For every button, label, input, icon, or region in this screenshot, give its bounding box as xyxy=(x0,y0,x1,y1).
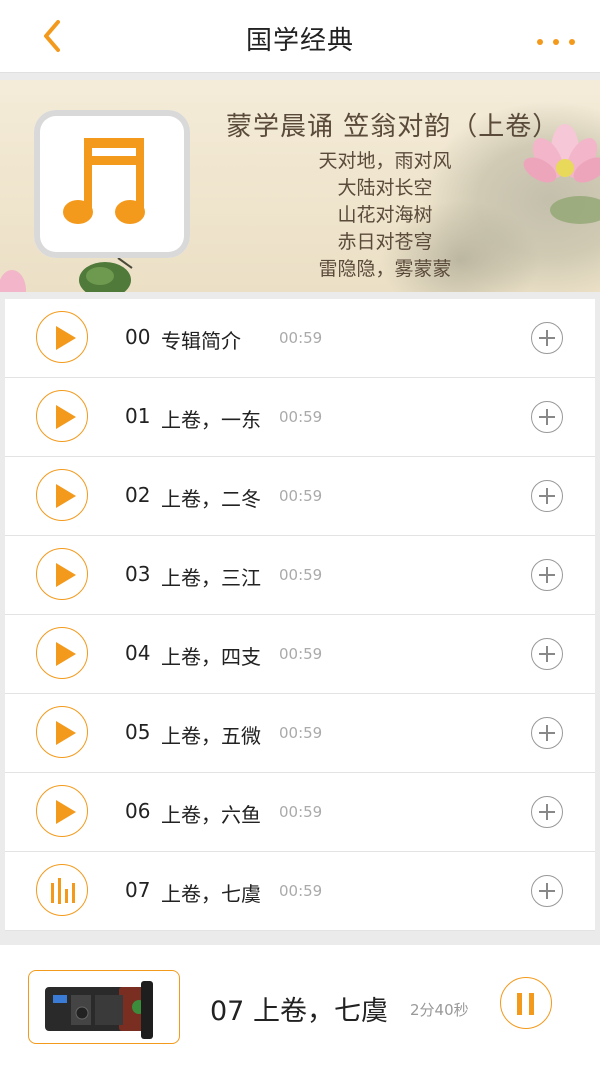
add-icon[interactable] xyxy=(531,638,563,670)
add-icon[interactable] xyxy=(531,717,563,749)
track-name: 上卷，五微 xyxy=(161,724,261,748)
add-icon[interactable] xyxy=(531,796,563,828)
equalizer-icon xyxy=(51,878,75,904)
pause-icon xyxy=(517,993,522,1015)
track-duration: 00:59 xyxy=(279,724,323,742)
page-title: 国学经典 xyxy=(245,26,354,56)
now-playing-button[interactable] xyxy=(36,864,88,916)
now-playing-title: 07 上卷，七虞 xyxy=(210,996,388,1027)
track-list: 00 专辑简介 00:59 01 上卷，一东 00:59 02 上卷，二冬 00… xyxy=(5,299,595,931)
track-row[interactable]: 00 专辑简介 00:59 xyxy=(5,299,595,378)
track-number: 03 xyxy=(125,562,151,586)
top-bar: 国学经典 xyxy=(0,0,600,73)
poem-line: 天对地，雨对风 xyxy=(318,150,452,172)
add-icon[interactable] xyxy=(531,322,563,354)
track-number: 01 xyxy=(125,404,151,428)
track-duration: 00:59 xyxy=(279,882,323,900)
track-name: 上卷，三江 xyxy=(161,566,261,590)
album-title: 蒙学晨诵 笠翁对韵（上卷） xyxy=(226,112,560,142)
poem-line: 雷隐隐，雾蒙蒙 xyxy=(318,258,452,280)
play-icon xyxy=(56,800,76,824)
add-icon[interactable] xyxy=(531,875,563,907)
track-name: 上卷，六鱼 xyxy=(161,803,261,827)
track-number: 02 xyxy=(125,483,151,507)
track-name: 专辑简介 xyxy=(161,329,241,353)
track-name: 上卷，二冬 xyxy=(161,487,261,511)
track-duration: 00:59 xyxy=(279,487,323,505)
poem-line: 大陆对长空 xyxy=(337,177,433,199)
track-number: 07 xyxy=(125,878,151,902)
player-bar: 07 上卷，七虞 2分40秒 xyxy=(0,945,600,1067)
track-number: 05 xyxy=(125,720,151,744)
album-cover xyxy=(34,110,190,258)
track-number: 04 xyxy=(125,641,151,665)
radio-device-image xyxy=(45,981,153,1039)
track-number: 00 xyxy=(125,325,151,349)
poem-line: 赤日对苍穹 xyxy=(337,231,433,253)
track-duration: 00:59 xyxy=(279,803,323,821)
track-row[interactable]: 06 上卷，六鱼 00:59 xyxy=(5,773,595,852)
play-button[interactable] xyxy=(36,785,88,837)
play-button[interactable] xyxy=(36,627,88,679)
play-button[interactable] xyxy=(36,706,88,758)
now-playing-time: 2分40秒 xyxy=(410,1001,469,1019)
play-icon xyxy=(56,405,76,429)
add-icon[interactable] xyxy=(531,480,563,512)
track-number: 06 xyxy=(125,799,151,823)
track-duration: 00:59 xyxy=(279,645,323,663)
music-note-icon xyxy=(63,138,145,224)
track-name: 上卷，七虞 xyxy=(161,882,261,906)
more-button[interactable] xyxy=(536,24,576,48)
track-name: 上卷，一东 xyxy=(161,408,261,432)
track-duration: 00:59 xyxy=(279,408,323,426)
album-banner: 蒙学晨诵 笠翁对韵（上卷） 天对地，雨对风 大陆对长空 山花对海树 赤日对苍穹 … xyxy=(0,80,600,292)
track-row[interactable]: 04 上卷，四支 00:59 xyxy=(5,615,595,694)
album-poem: 天对地，雨对风 大陆对长空 山花对海树 赤日对苍穹 雷隐隐，雾蒙蒙 xyxy=(300,148,470,283)
track-name: 上卷，四支 xyxy=(161,645,261,669)
play-button[interactable] xyxy=(36,311,88,363)
play-button[interactable] xyxy=(36,548,88,600)
add-icon[interactable] xyxy=(531,559,563,591)
play-button[interactable] xyxy=(36,390,88,442)
more-dots-icon xyxy=(537,39,543,45)
track-row[interactable]: 05 上卷，五微 00:59 xyxy=(5,694,595,773)
track-row[interactable]: 01 上卷，一东 00:59 xyxy=(5,378,595,457)
track-row[interactable]: 03 上卷，三江 00:59 xyxy=(5,536,595,615)
track-row[interactable]: 02 上卷，二冬 00:59 xyxy=(5,457,595,536)
play-icon xyxy=(56,326,76,350)
track-row[interactable]: 07 上卷，七虞 00:59 xyxy=(5,852,595,931)
track-duration: 00:59 xyxy=(279,329,323,347)
play-icon xyxy=(56,484,76,508)
add-icon[interactable] xyxy=(531,401,563,433)
play-icon xyxy=(56,721,76,745)
track-duration: 00:59 xyxy=(279,566,323,584)
play-icon xyxy=(56,563,76,587)
player-thumbnail[interactable] xyxy=(28,970,180,1044)
poem-line: 山花对海树 xyxy=(337,204,433,226)
pause-button[interactable] xyxy=(500,977,552,1029)
play-icon xyxy=(56,642,76,666)
play-button[interactable] xyxy=(36,469,88,521)
